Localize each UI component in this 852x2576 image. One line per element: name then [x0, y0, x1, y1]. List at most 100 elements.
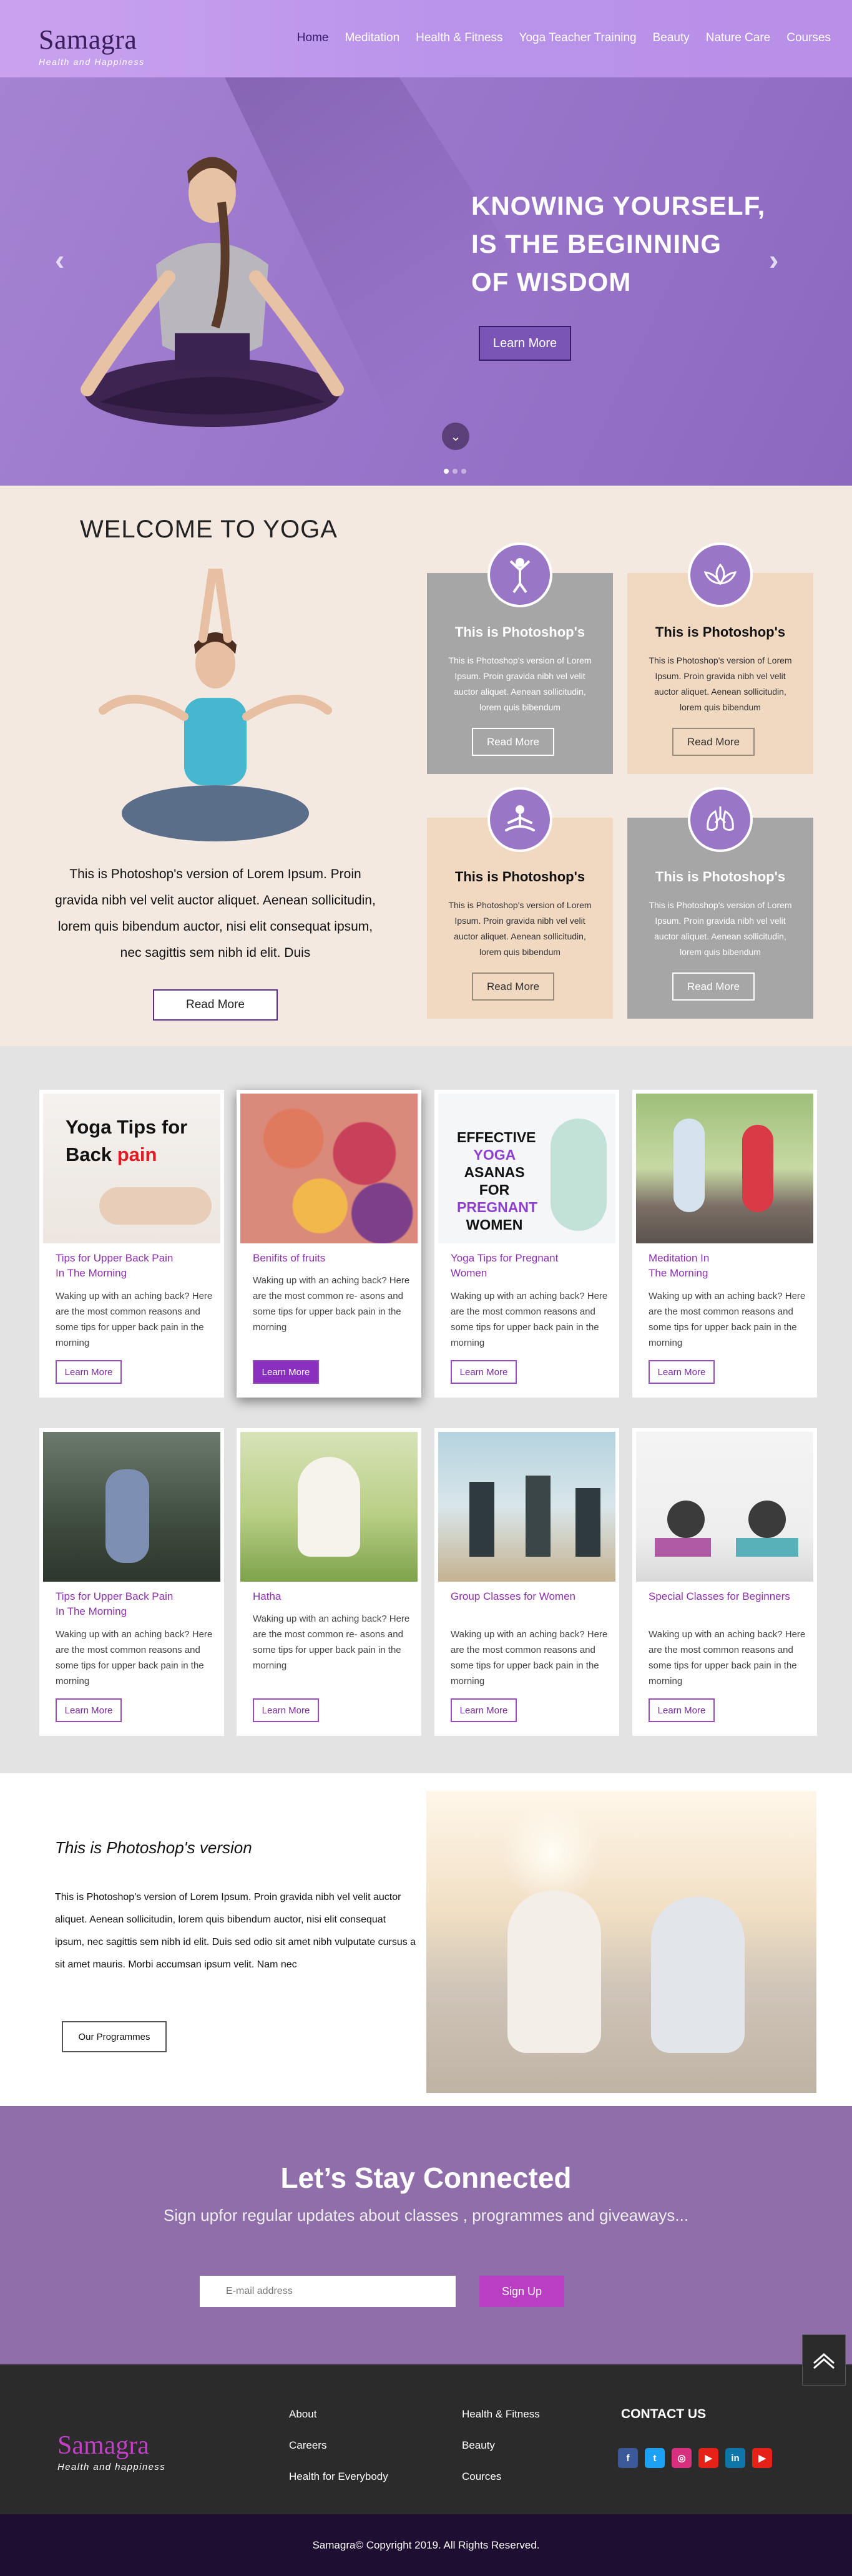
- blog-card-learn-more-button[interactable]: Learn More: [253, 1698, 319, 1722]
- about-title: This is Photoshop's version: [55, 1838, 252, 1857]
- blog-card-title[interactable]: Tips for Upper Back Pain In The Morning: [56, 1589, 212, 1619]
- newsletter-title: Let’s Stay Connected: [280, 2162, 572, 2194]
- nav-yoga-teacher-training[interactable]: Yoga Teacher Training: [519, 31, 637, 45]
- hero-yoga-woman-image: [81, 157, 344, 427]
- linkedin-icon[interactable]: in: [725, 2448, 745, 2468]
- nav-beauty[interactable]: Beauty: [653, 31, 690, 45]
- blog-card-image[interactable]: [438, 1432, 615, 1582]
- blog-card-learn-more-button[interactable]: Learn More: [649, 1360, 715, 1384]
- blog-card-title-line-1: Meditation In: [649, 1252, 710, 1264]
- welcome-text: This is Photoshop's version of Lorem Ips…: [55, 867, 376, 960]
- sign-up-button[interactable]: Sign Up: [479, 2276, 564, 2307]
- feature-card-read-more-button[interactable]: Read More: [672, 972, 755, 1001]
- lotus-icon: [688, 542, 753, 607]
- contact-us-title: CONTACT US: [621, 2407, 707, 2421]
- footer-brand-name: Samagra: [57, 2431, 149, 2460]
- footer-link-cources[interactable]: Cources: [462, 2471, 540, 2502]
- scroll-down-icon[interactable]: ⌄: [442, 423, 469, 450]
- blog-card: Tips for Upper Back Pain In The Morning W…: [39, 1428, 224, 1736]
- blog-card-learn-more-button[interactable]: Learn More: [56, 1698, 122, 1722]
- newsletter-subtitle: Sign upfor regular updates about classes…: [163, 2206, 689, 2225]
- footer-links-col-2: Health & Fitness Beauty Cources: [462, 2408, 540, 2502]
- image-caption: Yoga Tips for: [66, 1116, 188, 1138]
- blog-card-title[interactable]: Yoga Tips for Pregnant Women: [451, 1251, 607, 1281]
- blog-card-title-line-2: In The Morning: [56, 1267, 127, 1279]
- blog-card-title[interactable]: Benifits of fruits: [253, 1251, 409, 1266]
- footer-link-health-for-everybody[interactable]: Health for Everybody: [289, 2471, 388, 2502]
- blog-card-title[interactable]: Special Classes for Beginners: [649, 1589, 805, 1604]
- back-to-top-icon[interactable]: [802, 2334, 846, 2386]
- hero-headline: KNOWING YOURSELF, IS THE BEGINNING OF WI…: [471, 187, 771, 301]
- feature-card-title: This is Photoshop's: [454, 869, 585, 884]
- blog-card-learn-more-button[interactable]: Learn More: [253, 1360, 319, 1384]
- blog-card: Meditation In The Morning Waking up with …: [632, 1090, 817, 1398]
- nav-health-fitness[interactable]: Health & Fitness: [416, 31, 502, 45]
- slider-dots: [444, 469, 466, 474]
- footer-link-about[interactable]: About: [289, 2408, 388, 2439]
- email-input[interactable]: [200, 2276, 456, 2307]
- blog-card-image[interactable]: [240, 1432, 418, 1582]
- yoga-pose-icon: [487, 542, 552, 607]
- blog-card-text: Waking up with an aching back? Here are …: [253, 1614, 410, 1671]
- youtube-icon[interactable]: ▶: [698, 2448, 718, 2468]
- blog-card-image[interactable]: [636, 1432, 813, 1582]
- feature-card-read-more-button[interactable]: Read More: [472, 972, 554, 1001]
- blog-grid: Yoga Tips for Back pain Tips for Upper B…: [0, 1046, 852, 1773]
- welcome-section: WELCOME TO YOGA This is Photoshop's vers…: [0, 486, 852, 1046]
- youtube-icon[interactable]: ▶: [752, 2448, 772, 2468]
- blog-card-title-line-1: Hatha: [253, 1590, 282, 1602]
- feature-card-read-more-button[interactable]: Read More: [472, 728, 554, 756]
- welcome-read-more-button[interactable]: Read More: [153, 989, 278, 1021]
- blog-card-learn-more-button[interactable]: Learn More: [451, 1360, 517, 1384]
- blog-card: Hatha Waking up with an aching back? Her…: [237, 1428, 421, 1736]
- blog-card-learn-more-button[interactable]: Learn More: [56, 1360, 122, 1384]
- slider-dot[interactable]: [444, 469, 449, 474]
- blog-card-image[interactable]: [636, 1094, 813, 1243]
- blog-card-image[interactable]: EFFECTIVE YOGA ASANAS FOR PREGNANT WOMEN: [438, 1094, 615, 1243]
- facebook-icon[interactable]: f: [618, 2448, 638, 2468]
- nav-nature-care[interactable]: Nature Care: [706, 31, 771, 45]
- hero-slider: ‹ › KNOWING YOURSELF, IS THE BEGINNING O…: [0, 77, 852, 486]
- blog-card-title-line-1: Special Classes for Beginners: [649, 1590, 790, 1602]
- feature-card: This is Photoshop's This is Photoshop's …: [427, 542, 613, 774]
- blog-card-text: Waking up with an aching back? Here are …: [253, 1275, 410, 1333]
- blog-card-title[interactable]: Tips for Upper Back Pain In The Morning: [56, 1251, 212, 1281]
- meditation-icon: [487, 787, 552, 852]
- lungs-icon: [688, 787, 753, 852]
- slider-dot[interactable]: [461, 469, 466, 474]
- hero-prev-arrow[interactable]: ‹: [55, 243, 64, 277]
- nav-courses[interactable]: Courses: [786, 31, 831, 45]
- feature-card-title: This is Photoshop's: [655, 624, 786, 640]
- blog-card-learn-more-button[interactable]: Learn More: [649, 1698, 715, 1722]
- blog-card-text: Waking up with an aching back? Here are …: [649, 1629, 806, 1687]
- our-programmes-button[interactable]: Our Programmes: [62, 2021, 167, 2052]
- footer-link-health-fitness[interactable]: Health & Fitness: [462, 2408, 540, 2439]
- blog-card: Special Classes for Beginners Waking up …: [632, 1428, 817, 1736]
- blog-card-image[interactable]: [43, 1432, 220, 1582]
- nav-home[interactable]: Home: [297, 31, 329, 45]
- feature-card: This is Photoshop's This is Photoshop's …: [627, 787, 813, 1019]
- blog-card-text: Waking up with an aching back? Here are …: [56, 1629, 213, 1687]
- blog-card-title-line-2: In The Morning: [56, 1605, 127, 1617]
- brand-logo[interactable]: Samagra Health and Happiness: [39, 24, 145, 67]
- blog-card-learn-more-button[interactable]: Learn More: [451, 1698, 517, 1722]
- slider-dot[interactable]: [453, 469, 458, 474]
- hero-learn-more-button[interactable]: Learn More: [479, 326, 571, 361]
- footer-link-beauty[interactable]: Beauty: [462, 2439, 540, 2471]
- image-caption-part: EFFECTIVE: [457, 1129, 536, 1145]
- nav-meditation[interactable]: Meditation: [345, 31, 399, 45]
- copyright-bar: Samagra© Copyright 2019. All Rights Rese…: [0, 2514, 852, 2576]
- feature-card-read-more-button[interactable]: Read More: [672, 728, 755, 756]
- blog-card-title[interactable]: Hatha: [253, 1589, 409, 1604]
- twitter-icon[interactable]: t: [645, 2448, 665, 2468]
- instagram-icon[interactable]: ◎: [672, 2448, 692, 2468]
- hero-headline-line-1: KNOWING YOURSELF,: [471, 191, 766, 220]
- blog-card-title[interactable]: Meditation In The Morning: [649, 1251, 805, 1281]
- footer-brand[interactable]: Samagra Health and happiness: [57, 2431, 165, 2472]
- blog-card-image[interactable]: Yoga Tips for Back pain: [43, 1094, 220, 1243]
- blog-card-image[interactable]: [240, 1094, 418, 1243]
- blog-card: Yoga Tips for Back pain Tips for Upper B…: [39, 1090, 224, 1398]
- footer-link-careers[interactable]: Careers: [289, 2439, 388, 2471]
- blog-card-text: Waking up with an aching back? Here are …: [451, 1291, 608, 1348]
- blog-card-title[interactable]: Group Classes for Women: [451, 1589, 607, 1604]
